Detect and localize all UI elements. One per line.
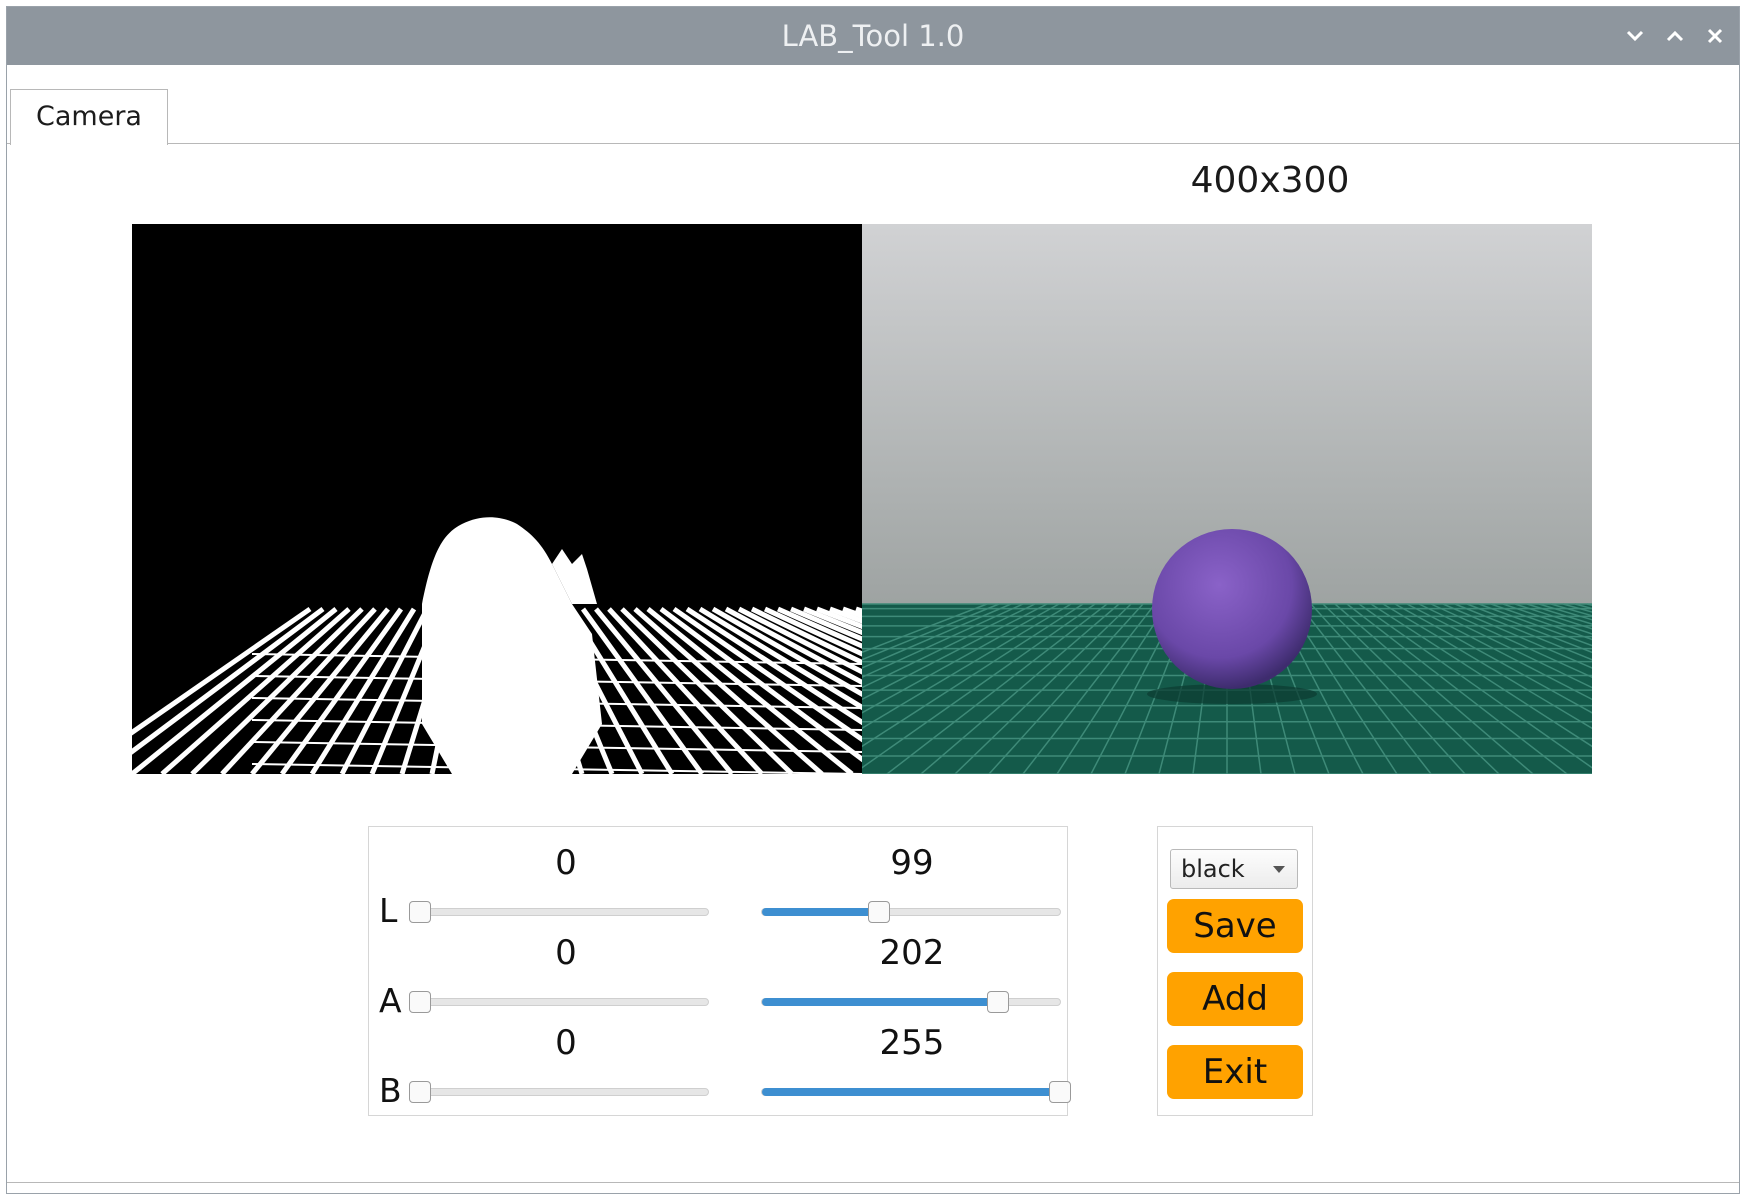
add-button[interactable]: Add <box>1167 972 1303 1026</box>
window-title: LAB_Tool 1.0 <box>781 19 965 53</box>
close-button[interactable] <box>1697 7 1733 65</box>
chevron-down-icon <box>1626 30 1644 42</box>
l-min-value: 0 <box>555 843 577 883</box>
b-max-slider[interactable] <box>761 1081 1071 1103</box>
lab-threshold-panel: 0 99 L 0 202 A 0 255 B <box>368 826 1071 1116</box>
l-max-value: 99 <box>890 843 934 883</box>
slider-handle[interactable] <box>1049 1081 1071 1103</box>
chevron-up-icon <box>1666 30 1684 42</box>
b-min-value: 0 <box>555 1023 577 1063</box>
color-select[interactable]: black <box>1170 849 1298 889</box>
a-min-slider[interactable] <box>409 991 709 1013</box>
b-min-slider[interactable] <box>409 1081 709 1103</box>
tab-bar: Camera <box>7 65 1739 145</box>
b-max-value: 255 <box>879 1023 945 1063</box>
mask-preview-image <box>132 224 862 774</box>
l-min-slider[interactable] <box>409 901 709 923</box>
save-button[interactable]: Save <box>1167 899 1303 953</box>
slider-handle[interactable] <box>987 991 1010 1013</box>
a-min-value: 0 <box>555 933 577 973</box>
a-channel-label: A <box>379 981 402 1020</box>
a-max-slider[interactable] <box>761 991 1061 1013</box>
close-icon <box>1707 28 1723 44</box>
resolution-label: 400x300 <box>1190 160 1350 201</box>
slider-handle[interactable] <box>409 901 431 923</box>
dropdown-arrow-icon <box>1273 866 1285 873</box>
color-select-value: black <box>1181 855 1245 883</box>
exit-button[interactable]: Exit <box>1167 1045 1303 1099</box>
actions-panel: black Save Add Exit <box>1157 826 1313 1116</box>
a-max-value: 202 <box>879 933 945 973</box>
slider-handle[interactable] <box>409 1081 431 1103</box>
minimize-button[interactable] <box>1617 7 1653 65</box>
slider-handle[interactable] <box>867 901 890 923</box>
l-max-slider[interactable] <box>761 901 1061 923</box>
camera-preview-image <box>862 224 1592 774</box>
l-channel-label: L <box>379 891 398 930</box>
b-channel-label: B <box>379 1071 402 1110</box>
maximize-button[interactable] <box>1657 7 1693 65</box>
title-bar[interactable]: LAB_Tool 1.0 <box>7 7 1739 65</box>
tab-camera[interactable]: Camera <box>10 89 168 145</box>
slider-handle[interactable] <box>409 991 431 1013</box>
